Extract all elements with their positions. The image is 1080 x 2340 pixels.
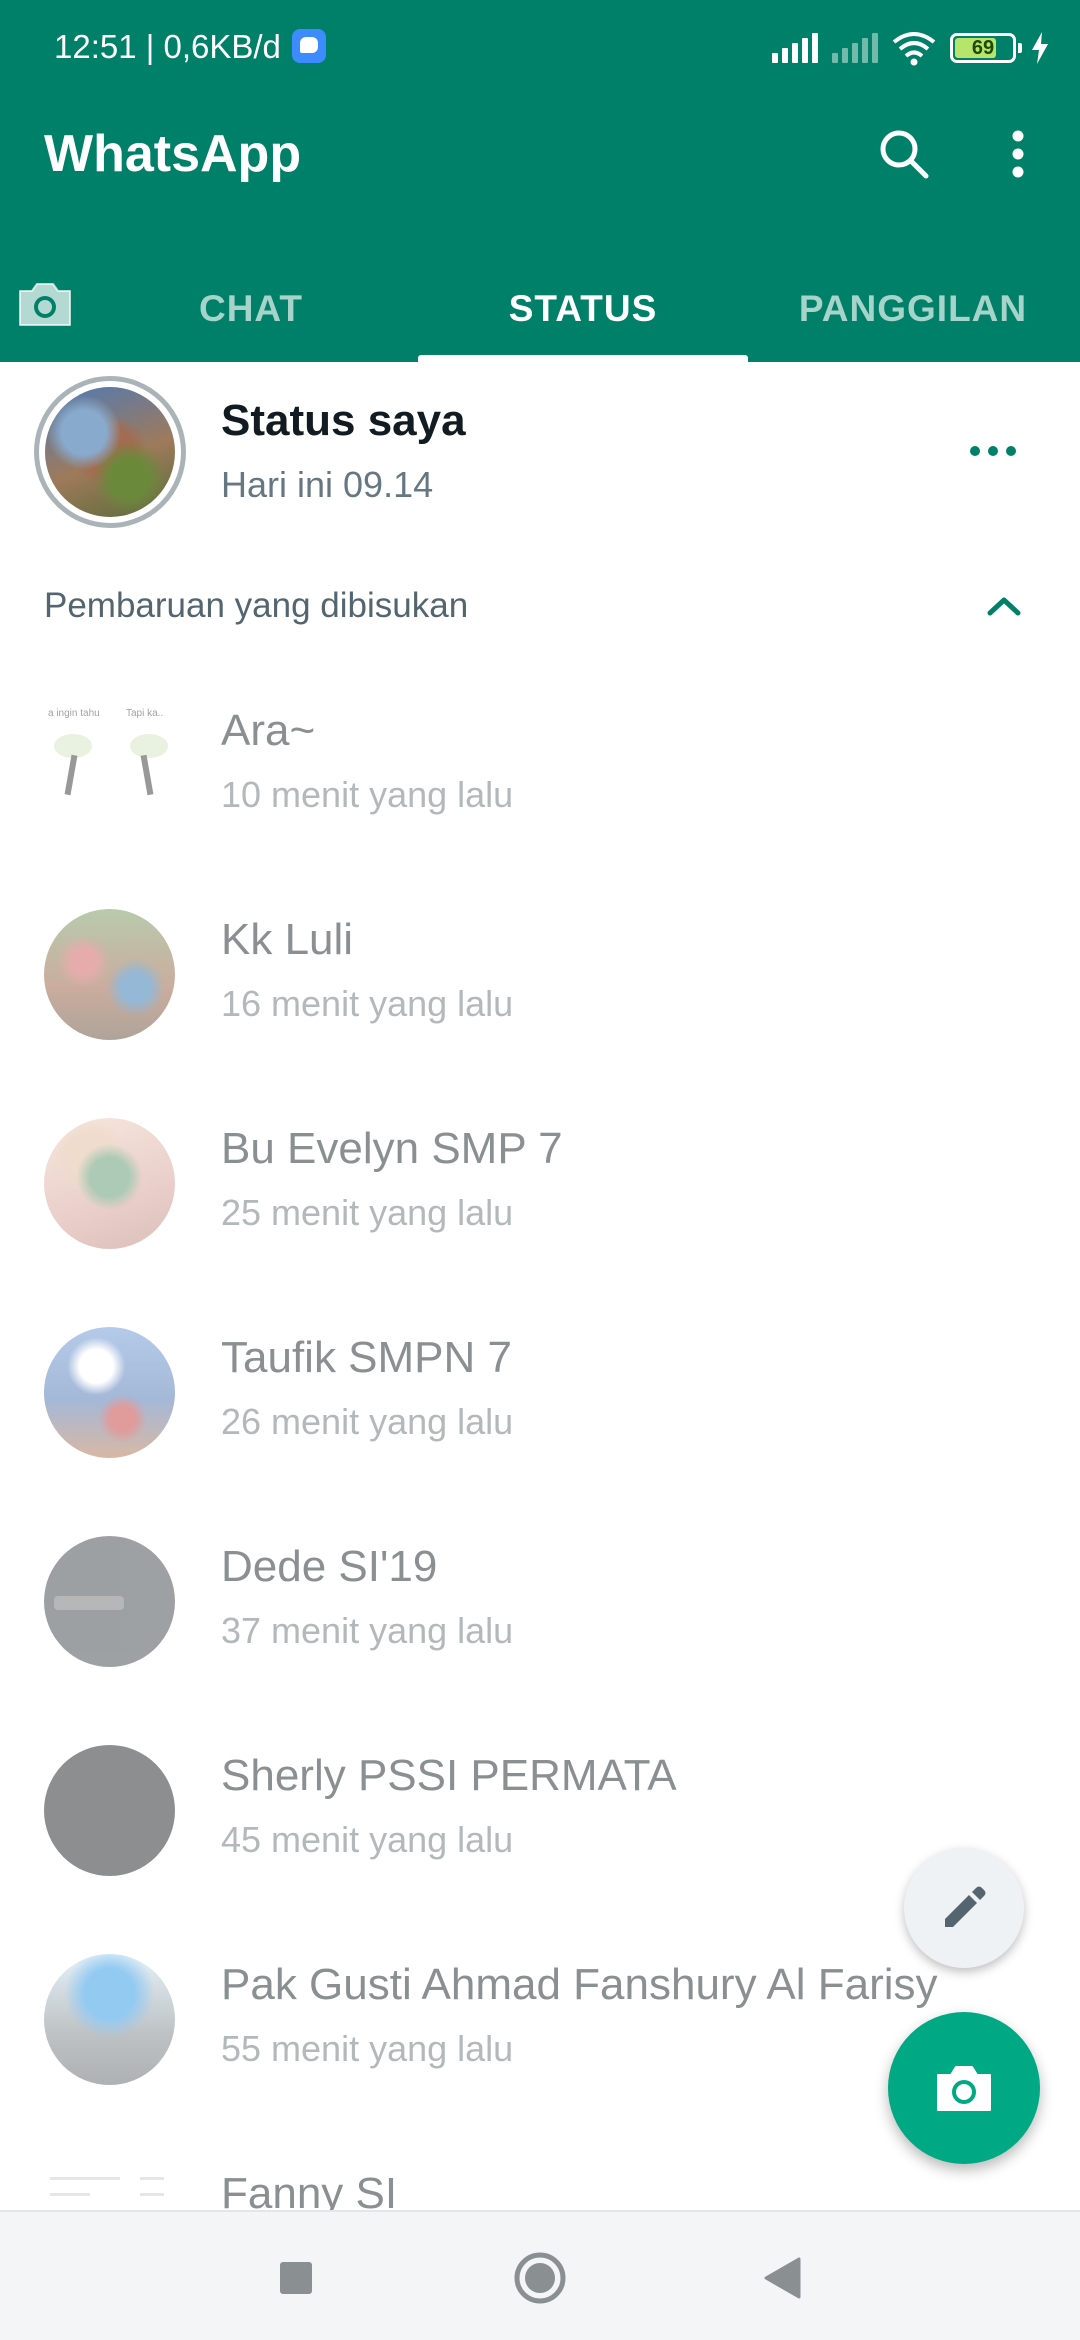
avatar	[44, 909, 175, 1040]
status-time: 45 menit yang lalu	[221, 1819, 514, 1860]
home-circle-icon	[514, 2252, 566, 2304]
avatar: a ingin tahu Tapi ka..	[44, 700, 175, 831]
status-time: 55 menit yang lalu	[221, 2028, 514, 2069]
avatar	[44, 1745, 175, 1876]
contact-name: Taufik SMPN 7	[221, 1333, 512, 1382]
status-time: 16 menit yang lalu	[221, 983, 514, 1024]
cell-signal-icon	[772, 33, 818, 63]
back-triangle-icon	[764, 2257, 801, 2299]
active-tab-indicator	[418, 355, 748, 362]
avatar	[44, 1954, 175, 2085]
camera-status-button[interactable]	[888, 2012, 1040, 2164]
more-horizontal-icon	[970, 446, 980, 456]
chevron-up-icon	[987, 597, 1021, 616]
tab-bar: CHAT STATUS PANGGILAN	[0, 255, 1080, 362]
pencil-icon	[945, 1886, 986, 1927]
status-time: 10 menit yang lalu	[221, 774, 514, 815]
tab-status[interactable]: STATUS	[418, 255, 748, 362]
avatar	[44, 1118, 175, 1249]
text-status-button[interactable]	[904, 1848, 1024, 1968]
contact-name: Kk Luli	[221, 915, 354, 964]
tab-camera[interactable]	[8, 269, 82, 339]
contact-name: Dede SI'19	[221, 1542, 438, 1591]
status-time: 25 menit yang lalu	[221, 1192, 514, 1233]
cell-signal-2-icon	[832, 33, 878, 63]
system-navigation-bar	[0, 2210, 1080, 2340]
contact-name: Sherly PSSI PERMATA	[221, 1751, 677, 1800]
back-button[interactable]	[742, 2238, 822, 2318]
system-status-bar: 12:51 | 0,6KB/d 69	[0, 0, 1080, 96]
contact-name: Bu Evelyn SMP 7	[221, 1124, 563, 1173]
status-time: 26 menit yang lalu	[221, 1401, 514, 1442]
app-title: WhatsApp	[44, 125, 302, 183]
status-time: 12:51 | 0,6KB/d	[54, 28, 281, 65]
my-status-avatar-ring	[34, 376, 186, 528]
collapse-muted-button[interactable]	[978, 584, 1030, 628]
more-vertical-icon	[1012, 130, 1024, 178]
avatar	[44, 1536, 175, 1667]
wifi-icon	[892, 32, 936, 66]
contact-name: Pak Gusti Ahmad Fanshury Al Farisy	[221, 1960, 938, 2009]
tab-calls[interactable]: PANGGILAN	[748, 255, 1078, 362]
battery-icon: 69	[950, 33, 1022, 63]
tab-chat[interactable]: CHAT	[86, 255, 416, 362]
recents-button[interactable]	[256, 2238, 336, 2318]
overflow-menu-button[interactable]	[986, 122, 1050, 186]
muted-updates-header: Pembaruan yang dibisukan	[44, 586, 469, 625]
list-item[interactable]: Dede SI'19 37 menit yang lalu	[0, 1496, 1080, 1705]
search-icon	[880, 130, 929, 179]
status-time: 37 menit yang lalu	[221, 1610, 514, 1651]
square-icon	[280, 2262, 312, 2294]
status-icons: 69	[772, 28, 1050, 68]
avatar	[45, 387, 175, 517]
my-status-name: Status saya	[221, 396, 466, 445]
avatar	[44, 1327, 175, 1458]
list-item[interactable]: a ingin tahu Tapi ka.. Ara~ 10 menit yan…	[0, 660, 1080, 869]
search-button[interactable]	[872, 122, 936, 186]
charging-icon	[1032, 32, 1048, 64]
my-status-more-button[interactable]	[958, 426, 1028, 476]
my-status-row[interactable]: Status saya Hari ini 09.14	[0, 362, 1080, 544]
list-item[interactable]: Kk Luli 16 menit yang lalu	[0, 869, 1080, 1078]
my-status-time: Hari ini 09.14	[221, 464, 434, 505]
camera-icon	[19, 283, 71, 326]
camera-icon	[937, 2066, 991, 2111]
contact-name: Ara~	[221, 706, 316, 755]
app-header: 12:51 | 0,6KB/d 69 WhatsApp CHAT STATUS …	[0, 0, 1080, 362]
notification-app-icon	[292, 29, 326, 63]
home-button[interactable]	[500, 2238, 580, 2318]
list-item[interactable]: Bu Evelyn SMP 7 25 menit yang lalu	[0, 1078, 1080, 1287]
battery-level: 69	[971, 37, 995, 59]
list-item[interactable]: Taufik SMPN 7 26 menit yang lalu	[0, 1287, 1080, 1496]
